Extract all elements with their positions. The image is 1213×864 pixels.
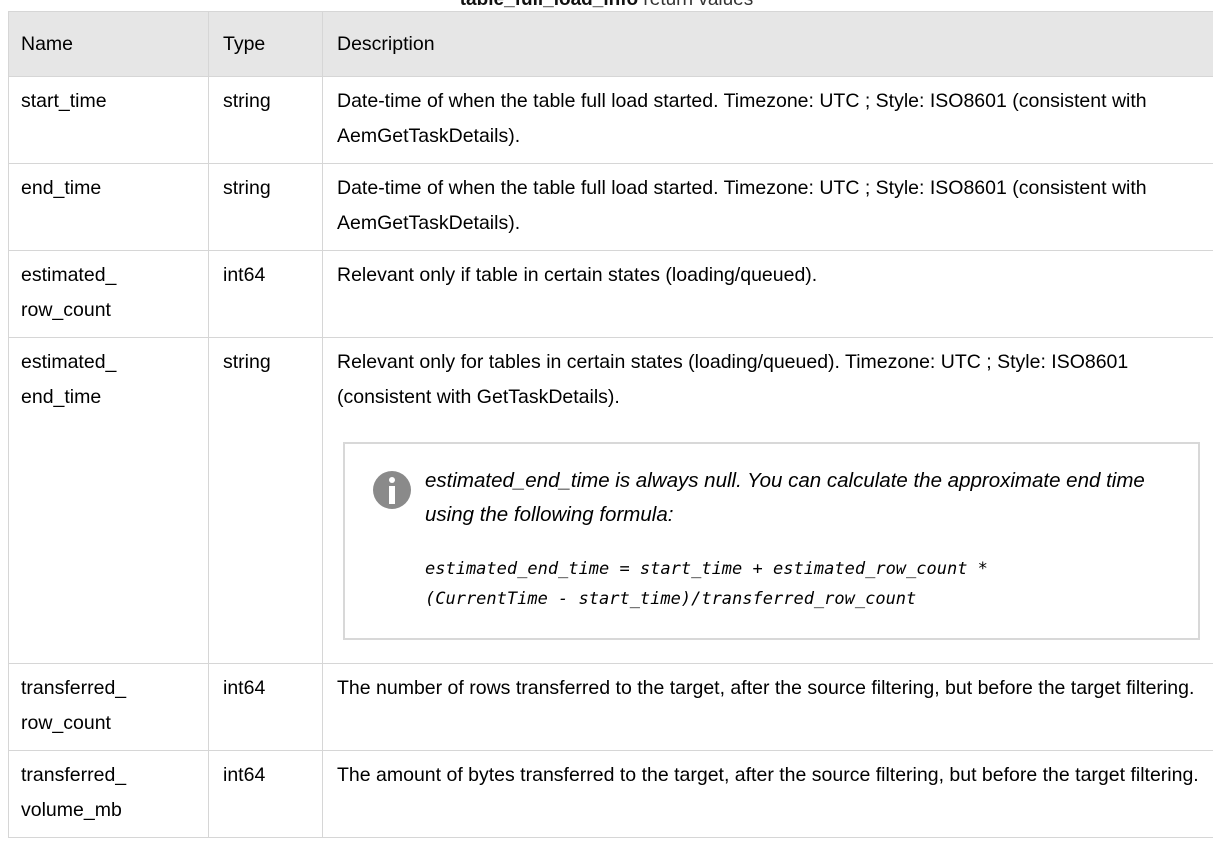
- table-row: end_time string Date-time of when the ta…: [8, 163, 1213, 251]
- row-type: string: [208, 76, 323, 164]
- table-header-row: Name Type Description: [8, 11, 1213, 77]
- note-text: estimated_end_time is always null. You c…: [425, 469, 1145, 526]
- table-row: estimated_ row_count int64 Relevant only…: [8, 250, 1213, 338]
- header-type: Type: [208, 11, 323, 77]
- row-description: Relevant only for tables in certain stat…: [337, 351, 1129, 408]
- table-caption: table_full_load_info return values: [0, 0, 1213, 11]
- header-description: Description: [322, 11, 1213, 77]
- row-name: transferred_ volume_mb: [8, 750, 209, 838]
- formula-line-2: (CurrentTime - start_time)/transferred_r…: [425, 589, 917, 609]
- row-description: Date-time of when the table full load st…: [322, 163, 1213, 251]
- row-type: string: [208, 337, 323, 664]
- row-type: int64: [208, 250, 323, 338]
- note-box: estimated_end_time is always null. You c…: [343, 442, 1200, 640]
- header-name: Name: [8, 11, 209, 77]
- row-type: int64: [208, 663, 323, 751]
- row-type: string: [208, 163, 323, 251]
- row-name: estimated_ row_count: [8, 250, 209, 338]
- return-values-table: Name Type Description start_time string …: [8, 11, 1213, 838]
- row-description-with-note: Relevant only for tables in certain stat…: [322, 337, 1213, 664]
- row-name: estimated_ end_time: [8, 337, 209, 664]
- caption-code: table_full_load_info: [460, 0, 638, 10]
- info-icon: [373, 471, 411, 509]
- row-description: The amount of bytes transferred to the t…: [322, 750, 1213, 838]
- row-description: The number of rows transferred to the ta…: [322, 663, 1213, 751]
- row-type: int64: [208, 750, 323, 838]
- row-name: start_time: [8, 76, 209, 164]
- formula-line-1: estimated_end_time = start_time + estima…: [425, 559, 988, 579]
- table-row: transferred_ volume_mb int64 The amount …: [8, 750, 1213, 838]
- formula: estimated_end_time = start_time + estima…: [425, 554, 1178, 614]
- caption-text: return values: [638, 0, 753, 10]
- row-name: transferred_ row_count: [8, 663, 209, 751]
- table-row: start_time string Date-time of when the …: [8, 76, 1213, 164]
- table-row: transferred_ row_count int64 The number …: [8, 663, 1213, 751]
- row-name: end_time: [8, 163, 209, 251]
- row-description: Date-time of when the table full load st…: [322, 76, 1213, 164]
- table-row: estimated_ end_time string Relevant only…: [8, 337, 1213, 664]
- row-description: Relevant only if table in certain states…: [322, 250, 1213, 338]
